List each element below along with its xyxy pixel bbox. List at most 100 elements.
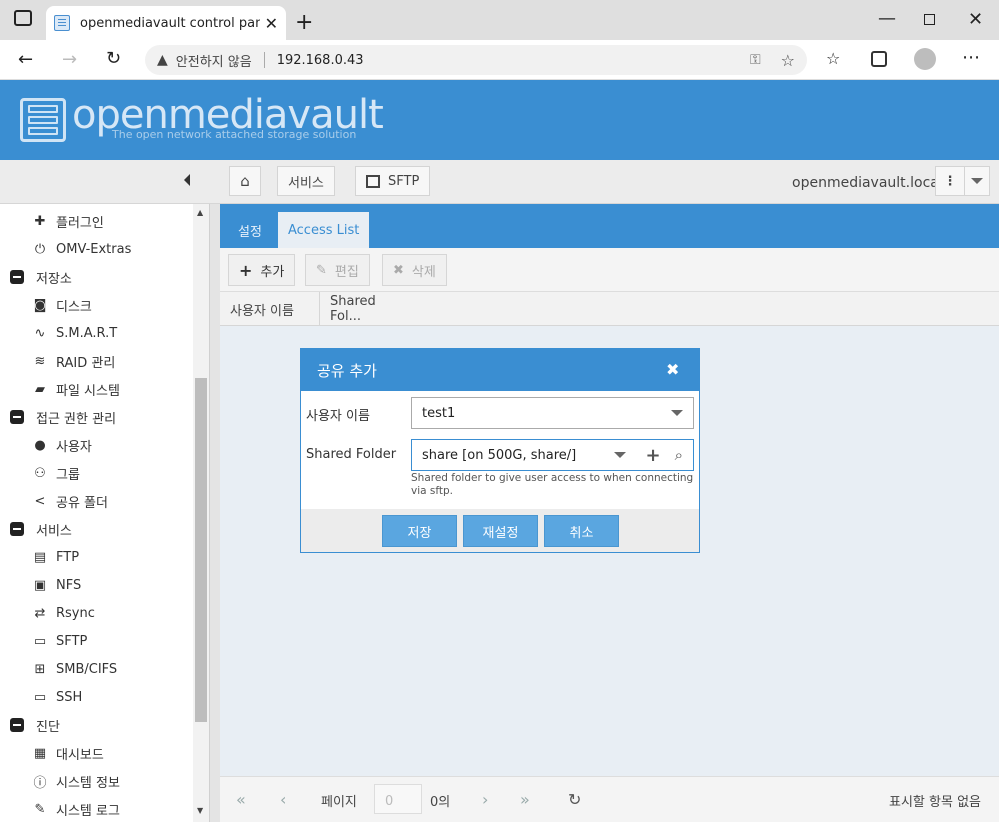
breadcrumb-sftp[interactable]: SFTP <box>355 166 431 196</box>
sidebar-item[interactable]: 진단 <box>0 711 192 739</box>
sidebar-item[interactable]: ● 사용자 <box>0 431 192 459</box>
terminal-icon <box>366 174 380 188</box>
dropdown-caret-icon[interactable] <box>964 166 990 196</box>
edit-button-label: 편집 <box>334 264 359 280</box>
new-tab-icon[interactable]: + <box>295 10 313 35</box>
sidebar-item[interactable]: ⓘ 시스템 정보 <box>0 767 192 795</box>
reset-button[interactable]: 재설정 <box>463 515 538 547</box>
last-page-icon[interactable]: » <box>520 790 530 809</box>
more-menu-icon[interactable]: ⋯ <box>962 47 980 68</box>
shared-folder-select[interactable]: share [on 500G, share/] + ⌕ <box>411 439 694 471</box>
url-bar[interactable]: ▲ 안전하지 않음 192.168.0.43 ⚿ ☆ <box>145 45 807 75</box>
users-icon: ⚇ <box>34 465 46 481</box>
sidebar-item[interactable]: 서비스 <box>0 515 192 543</box>
first-page-icon[interactable]: « <box>236 790 246 809</box>
sidebar-item[interactable]: 저장소 <box>0 263 192 291</box>
tab-settings[interactable]: 설정 <box>228 212 272 248</box>
browser-tab[interactable]: openmediavault control panel - c ✕ <box>46 6 286 40</box>
collections-icon[interactable] <box>871 51 887 67</box>
column-username[interactable]: 사용자 이름 <box>220 292 320 326</box>
save-button[interactable]: 저장 <box>382 515 457 547</box>
back-icon[interactable]: ← <box>18 49 33 70</box>
sidebar-item[interactable]: ∿ S.M.A.R.T <box>0 319 192 347</box>
sidebar-item[interactable]: ◙ 디스크 <box>0 291 192 319</box>
column-shared-folder[interactable]: Shared Fol... <box>320 292 420 326</box>
tab-title: openmediavault control panel - c <box>80 15 260 31</box>
breadcrumb-services[interactable]: 서비스 <box>277 166 335 196</box>
collapse-icon <box>10 718 24 732</box>
sidebar-item[interactable]: ⚇ 그룹 <box>0 459 192 487</box>
sidebar-item-label: 공유 폴더 <box>56 495 108 511</box>
user-select[interactable]: test1 <box>411 397 694 429</box>
folder-icon: ▰ <box>35 381 45 397</box>
tab-actions-icon[interactable] <box>14 10 32 26</box>
splitter[interactable] <box>210 204 220 822</box>
options-menu-icon[interactable]: ⋮ <box>935 166 965 196</box>
sidebar-item[interactable]: ▭ SSH <box>0 683 192 711</box>
terminal-icon: ▭ <box>33 689 47 705</box>
maximize-icon[interactable] <box>924 14 935 25</box>
sidebar-item[interactable]: ▣ NFS <box>0 571 192 599</box>
url-text[interactable]: 192.168.0.43 <box>277 53 364 68</box>
search-icon[interactable]: ⌕ <box>675 446 683 464</box>
sidebar-item-label: 시스템 로그 <box>56 803 120 819</box>
breadcrumb-sftp-label: SFTP <box>388 173 420 189</box>
x-icon: ✖ <box>393 262 404 278</box>
network-icon: ▣ <box>33 577 47 593</box>
omv-logo-icon <box>20 98 66 142</box>
forward-icon[interactable]: → <box>62 49 77 70</box>
sidebar-item[interactable]: 접근 권한 관리 <box>0 403 192 431</box>
tab-access-list[interactable]: Access List <box>278 212 370 248</box>
sidebar-item[interactable]: ▦ 대시보드 <box>0 739 192 767</box>
page-input[interactable]: 0 <box>374 784 422 814</box>
sidebar-item-label: SSH <box>56 689 83 705</box>
sidebar-item[interactable]: ⇄ Rsync <box>0 599 192 627</box>
add-button[interactable]: + 추가 <box>228 254 296 286</box>
scroll-down-icon[interactable]: ▼ <box>197 806 203 815</box>
sidebar-item[interactable]: ⏻ OMV-Extras <box>0 235 192 263</box>
key-icon[interactable]: ⚿ <box>750 52 761 68</box>
sidebar-item[interactable]: < 공유 폴더 <box>0 487 192 515</box>
reload-icon[interactable]: ↻ <box>106 48 121 69</box>
pencil-icon: ✎ <box>316 262 327 278</box>
add-favorite-icon[interactable]: ☆ <box>781 51 795 70</box>
sidebar-item[interactable]: ✎ 시스템 로그 <box>0 795 192 823</box>
prev-page-icon[interactable]: ‹ <box>280 790 286 809</box>
next-page-icon[interactable]: › <box>482 790 488 809</box>
edit-button[interactable]: ✎ 편집 <box>305 254 370 286</box>
sidebar-scroll-thumb[interactable] <box>195 378 207 722</box>
profile-avatar[interactable] <box>914 48 936 70</box>
windows-icon: ⊞ <box>34 661 46 677</box>
minimize-icon[interactable]: — <box>878 8 896 29</box>
shared-folder-hint: Shared folder to give user access to whe… <box>411 472 694 497</box>
sidebar-item[interactable]: ⊞ SMB/CIFS <box>0 655 192 683</box>
collapse-icon <box>10 410 24 424</box>
disk-icon: ◙ <box>33 297 47 313</box>
sidebar-item[interactable]: ▭ SFTP <box>0 627 192 655</box>
warning-icon[interactable]: ▲ <box>157 52 168 68</box>
server-icon: ▤ <box>33 549 47 565</box>
security-label[interactable]: 안전하지 않음 <box>176 51 252 70</box>
sidebar-item[interactable]: ✚ 플러그인 <box>0 207 192 235</box>
collapse-sidebar-icon[interactable] <box>184 174 190 186</box>
favorites-icon[interactable]: ☆ <box>826 49 840 68</box>
scroll-up-icon[interactable]: ▲ <box>197 208 203 217</box>
sidebar-item-label: SFTP <box>56 633 88 649</box>
cancel-button[interactable]: 취소 <box>544 515 619 547</box>
chevron-down-icon[interactable] <box>613 452 626 458</box>
sidebar-item[interactable]: ▰ 파일 시스템 <box>0 375 192 403</box>
sidebar-item[interactable]: ≋ RAID 관리 <box>0 347 192 375</box>
home-icon[interactable]: ⌂ <box>229 166 261 196</box>
window-close-icon[interactable]: ✕ <box>968 9 983 30</box>
sidebar-item[interactable]: ▤ FTP <box>0 543 192 571</box>
refresh-icon[interactable]: ↻ <box>568 790 581 809</box>
add-folder-icon[interactable]: + <box>646 445 661 466</box>
sidebar-item-label: 저장소 <box>36 271 72 287</box>
delete-button[interactable]: ✖ 삭제 <box>382 254 447 286</box>
chevron-down-icon[interactable] <box>671 410 683 416</box>
database-icon: ≋ <box>34 353 46 369</box>
shared-folder-label: Shared Folder <box>306 447 397 462</box>
tab-close-icon[interactable]: ✕ <box>265 14 278 33</box>
dialog-close-icon[interactable]: ✖ <box>666 360 679 379</box>
empty-text: 표시할 항목 없음 <box>889 795 981 810</box>
